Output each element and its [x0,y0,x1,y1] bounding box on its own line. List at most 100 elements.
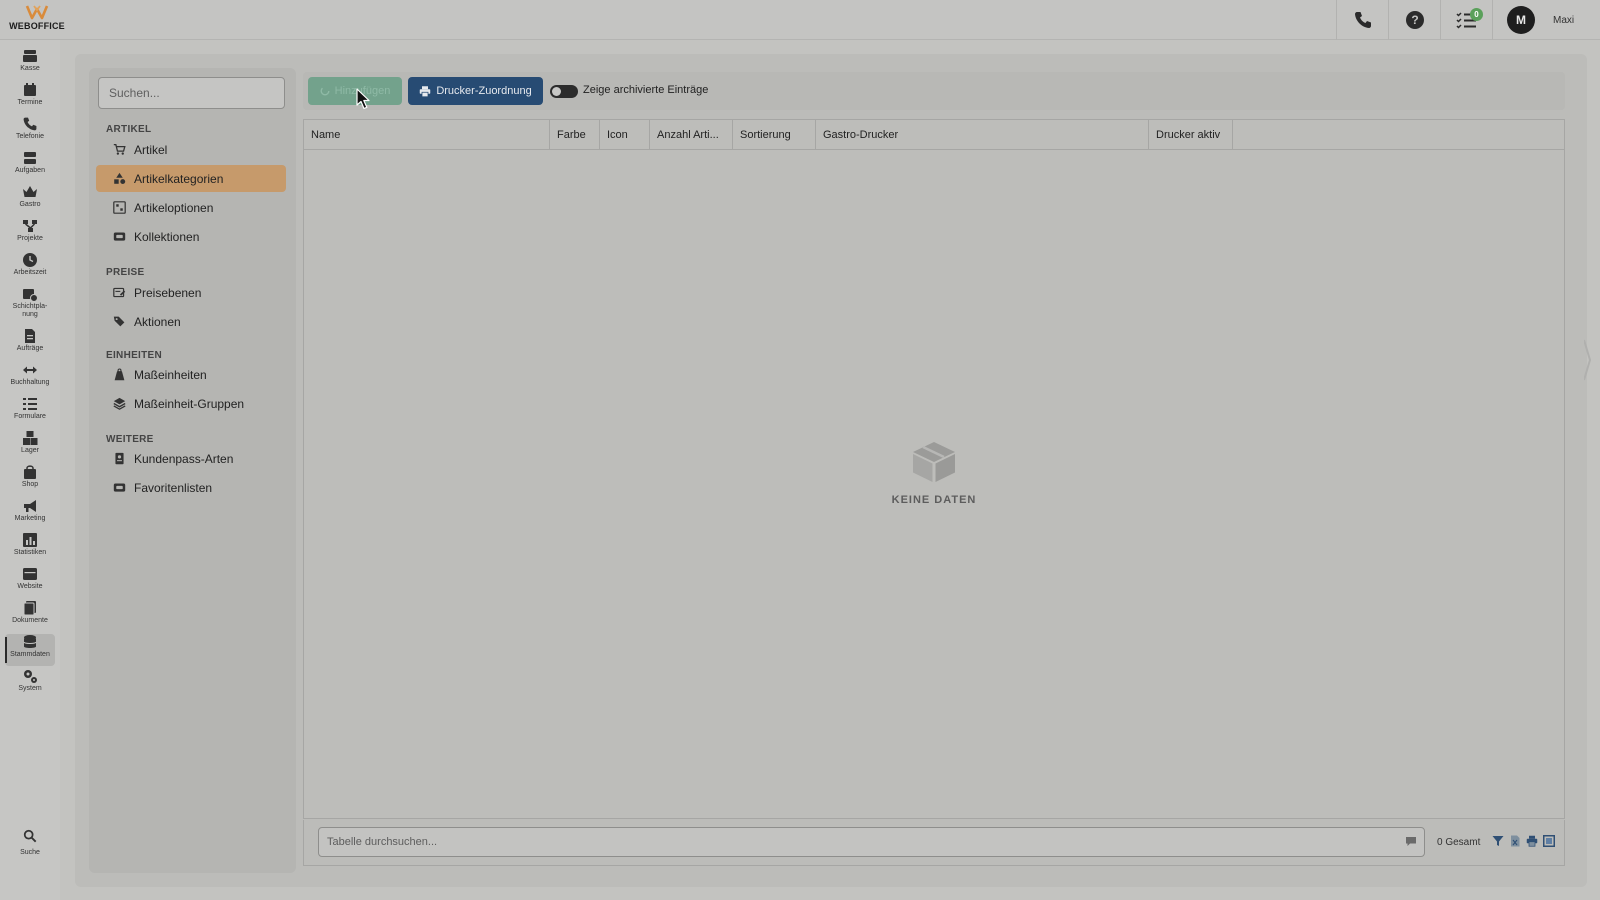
column-header-sortierung[interactable]: Sortierung [733,120,816,150]
shopping-cart-icon [113,143,126,155]
top-right-actions: ? 0 M Maxi [1336,0,1600,40]
column-header-farbe[interactable]: Farbe [550,120,600,150]
printer-assignment-button[interactable]: Drucker-Zuordnung [408,77,543,105]
nav-item-preisebenen[interactable]: Preisebenen [96,279,286,306]
rail-item-suche[interactable]: Suche [5,829,55,861]
column-header-anzahl-artikel[interactable]: Anzahl Arti... [650,120,733,150]
columns-icon[interactable] [1543,835,1555,847]
user-menu[interactable]: M Maxi [1492,0,1600,40]
nav-item-masseinheiten[interactable]: Maßeinheiten [96,361,286,388]
add-button[interactable]: Hinzufügen [308,77,402,105]
rail-item-statistiken[interactable]: Statistiken [5,532,55,564]
nav-section-artikel: ARTIKEL [106,124,152,135]
rail-label: Gastro [19,201,41,208]
tasks-icon [24,152,36,164]
nav-item-label: Artikel [134,142,168,157]
rail-item-gastro[interactable]: Gastro [5,184,55,216]
column-header-name[interactable]: Name [304,120,550,150]
rail-item-shop[interactable]: Shop [5,464,55,496]
database-icon [23,635,37,648]
archived-toggle[interactable] [550,85,578,98]
shift-plan-icon [23,289,38,302]
phone-button[interactable] [1336,0,1388,40]
calendar-icon [24,83,36,96]
rail-item-telefonie[interactable]: Telefonie [5,116,55,148]
footer-actions [1492,835,1555,847]
nav-search-input[interactable] [98,77,285,109]
stammdaten-nav: ARTIKEL Artikel Artikelkategorien Artike… [89,68,296,873]
rail-item-projekte[interactable]: Projekte [5,218,55,250]
rail-item-formulare[interactable]: Formulare [5,396,55,428]
nav-item-artikeloptionen[interactable]: Artikeloptionen [96,194,286,221]
rail-label: Buchhaltung [10,379,50,386]
logo-text: WEBOFFICE [9,21,65,31]
notifications-button[interactable]: 0 [1440,0,1492,40]
nav-item-kundenpass-arten[interactable]: Kundenpass-Arten [96,445,286,472]
collection-icon [113,232,126,241]
nav-item-label: Favoritenlisten [134,480,213,495]
rail-item-dokumente[interactable]: Dokumente [5,600,55,632]
data-grid: Name Farbe Icon Anzahl Arti... Sortierun… [303,119,1565,819]
rail-label: System [18,685,42,692]
weboffice-logo[interactable]: WEBOFFICE [6,4,68,36]
print-icon[interactable] [1526,835,1538,847]
nav-item-artikelkategorien[interactable]: Artikelkategorien [96,165,286,192]
column-header-drucker-aktiv[interactable]: Drucker aktiv [1149,120,1233,150]
rail-item-auftraege[interactable]: Aufträge [5,328,55,360]
rail-item-kasse[interactable]: Kasse [5,48,55,80]
rail-item-system[interactable]: System [5,668,55,700]
weight-icon [114,368,125,381]
grid-footer: 0 Gesamt [303,820,1565,866]
nav-section-einheiten: EINHEITEN [106,350,163,361]
price-levels-icon [113,287,126,298]
logo-mark-icon [25,5,49,20]
question-circle-icon: ? [1405,11,1424,29]
column-header-gastro-drucker[interactable]: Gastro-Drucker [816,120,1149,150]
clock-icon [23,253,37,267]
boxes-icon [23,431,38,445]
avatar: M [1507,6,1535,34]
passport-icon [115,452,124,465]
rail-item-termine[interactable]: Termine [5,82,55,114]
nav-section-preise: PREISE [106,267,145,278]
rail-label: Kasse [20,65,40,72]
rail-item-stammdaten[interactable]: Stammdaten [5,634,55,666]
tags-icon [113,316,125,327]
side-panel-handle[interactable] [1584,338,1592,382]
cash-register-icon [23,50,37,62]
nav-item-aktionen[interactable]: Aktionen [96,308,286,335]
shopping-bag-icon [24,465,36,479]
nav-item-favoritenlisten[interactable]: Favoritenlisten [96,474,286,501]
column-header-icon[interactable]: Icon [600,120,650,150]
order-icon [25,329,35,343]
module-rail: Kasse Termine Telefonie Aufgaben Gastro … [0,40,60,900]
megaphone-icon [24,500,36,512]
rail-item-website[interactable]: Website [5,566,55,598]
window-icon [23,568,37,580]
nav-item-label: Kundenpass-Arten [134,451,234,466]
empty-state-text: KEINE DATEN [891,494,977,506]
options-grid-icon [113,201,126,214]
empty-box-icon [913,442,955,482]
comment-icon[interactable] [1405,836,1417,847]
nav-item-masseinheit-gruppen[interactable]: Maßeinheit-Gruppen [96,390,286,417]
nav-item-artikel[interactable]: Artikel [96,136,286,163]
rail-item-buchhaltung[interactable]: Buchhaltung [5,362,55,394]
table-search-input[interactable] [318,827,1425,857]
filter-icon[interactable] [1492,835,1504,847]
shapes-icon [114,172,126,185]
nav-section-weitere: WEITERE [106,434,154,445]
rail-item-marketing[interactable]: Marketing [5,498,55,530]
rail-item-schichtplanung[interactable]: Schichtpla- nung [5,286,55,324]
cogs-icon [24,670,37,683]
rail-label: Statistiken [13,549,47,556]
help-button[interactable]: ? [1388,0,1440,40]
rail-item-arbeitszeit[interactable]: Arbeitszeit [5,252,55,284]
excel-export-icon[interactable] [1509,835,1521,847]
rail-item-aufgaben[interactable]: Aufgaben [5,150,55,182]
rail-item-lager[interactable]: Lager [5,430,55,462]
grid-header: Name Farbe Icon Anzahl Arti... Sortierun… [304,120,1564,150]
nav-item-label: Kollektionen [134,229,200,244]
nav-item-label: Aktionen [134,314,181,329]
nav-item-kollektionen[interactable]: Kollektionen [96,223,286,250]
